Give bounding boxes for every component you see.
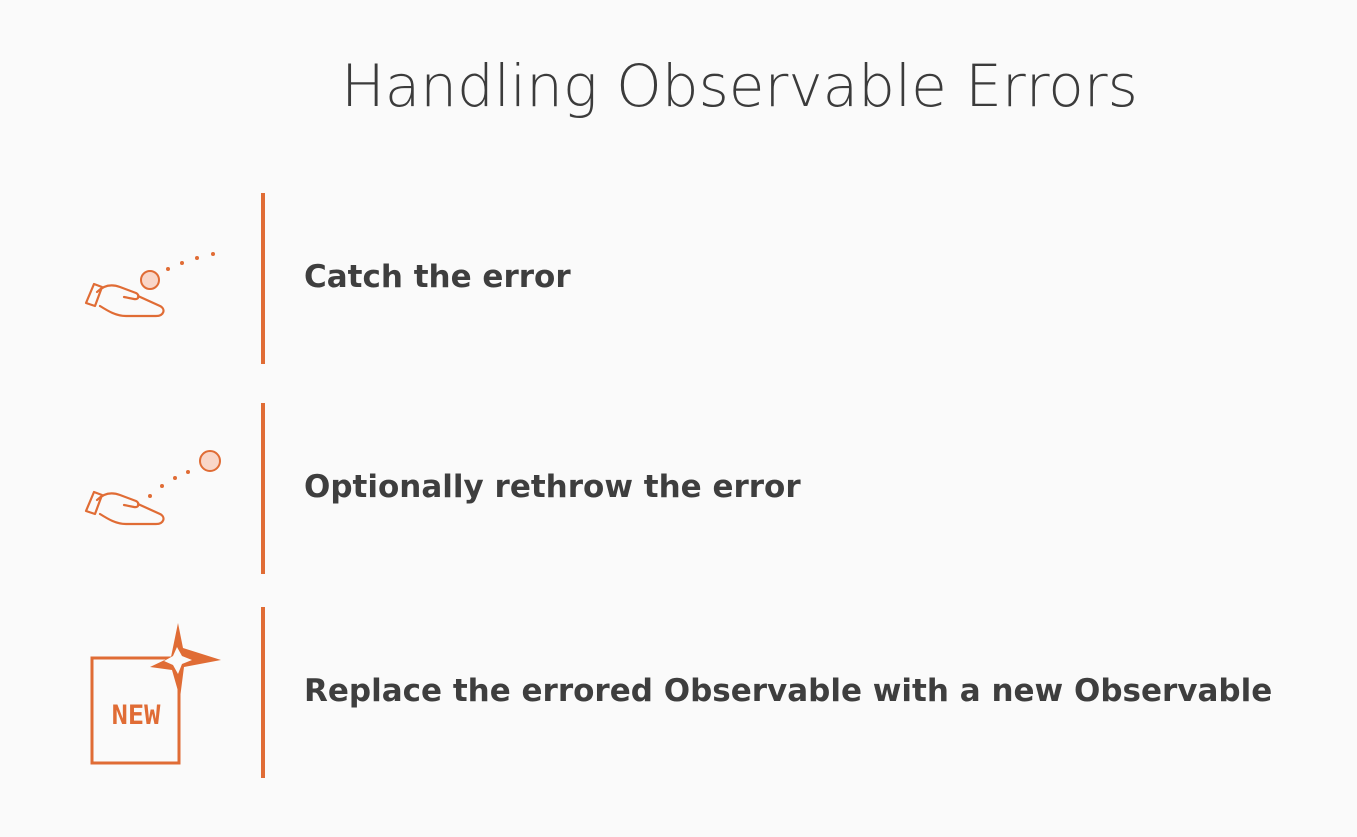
hand-throw-ball-icon <box>80 440 230 539</box>
divider-line <box>261 193 265 364</box>
divider-line <box>261 403 265 574</box>
item-label: Optionally rethrow the error <box>304 469 801 505</box>
slide-title: Handling Observable Errors <box>341 52 1138 120</box>
hand-catch-ball-icon <box>80 240 230 334</box>
item-label: Replace the errored Observable with a ne… <box>304 673 1273 709</box>
new-badge-icon: NEW <box>80 620 230 774</box>
divider-line <box>261 607 265 778</box>
new-badge-text: NEW <box>112 700 162 731</box>
item-label: Catch the error <box>304 259 571 295</box>
